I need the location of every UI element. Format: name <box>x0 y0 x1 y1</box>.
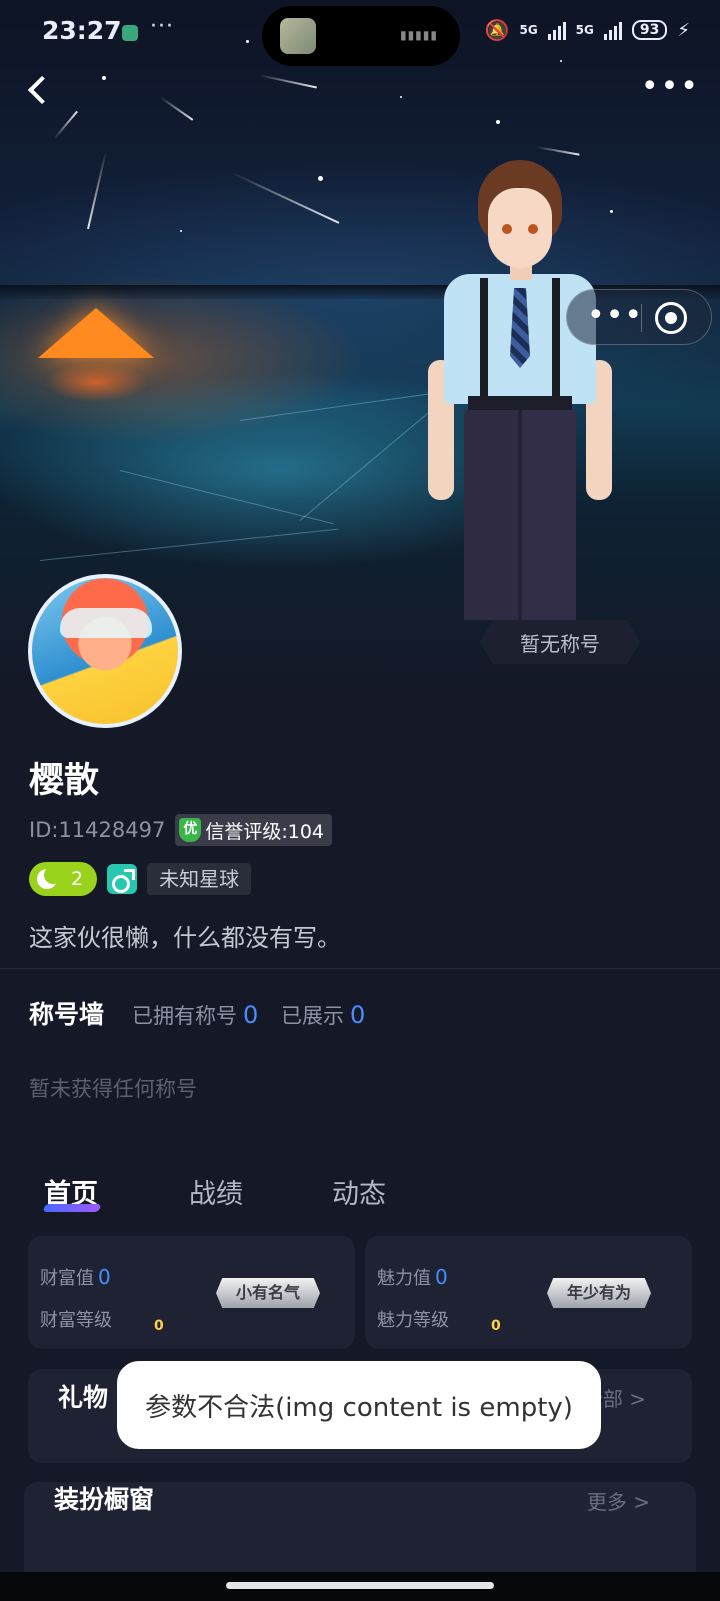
error-toast: 参数不合法(img content is empty) <box>117 1361 601 1449</box>
charm-level-medal: 年少有为 <box>547 1278 651 1308</box>
meteor <box>87 150 107 230</box>
more-options-button[interactable]: ••• <box>641 72 700 102</box>
title-wall-heading: 称号墙 <box>29 1000 105 1029</box>
dynamic-island: ▮▮▮▮▮ <box>262 6 460 66</box>
star <box>496 120 500 124</box>
titles-shown-label: 已展示 <box>281 1004 344 1028</box>
signal-icon <box>603 20 622 40</box>
charm-value-row: 魅力值 0 <box>377 1264 448 1290</box>
moon-icon <box>37 866 62 889</box>
character-face <box>488 188 552 268</box>
network-label: 5G <box>519 23 538 37</box>
home-indicator[interactable] <box>226 1582 494 1589</box>
wealth-value-label: 财富值 <box>40 1268 94 1289</box>
mute-icon: 🔕 <box>484 18 510 42</box>
media-thumbnail <box>280 18 316 54</box>
credit-rating-badge[interactable]: 优 信誉评级:104 <box>175 814 332 846</box>
star <box>610 210 613 213</box>
status-bar: 23:27 ··· ▮▮▮▮▮ 🔕 5G 5G 93 ⚡ <box>0 0 720 66</box>
avatar-visor <box>60 608 152 638</box>
character-eye <box>528 224 538 234</box>
wealth-coin: 0 <box>154 1318 164 1334</box>
ice-crack <box>39 528 339 561</box>
titles-owned-count: 0 <box>243 1001 259 1029</box>
meteor <box>257 74 317 89</box>
shield-icon: 优 <box>179 818 202 842</box>
capsule-divider <box>641 304 642 332</box>
user-bio: 这家伙很懒，什么都没有写。 <box>29 924 341 952</box>
titles-owned: 已拥有称号 0 <box>132 1000 258 1030</box>
charm-value-label: 魅力值 <box>377 1268 431 1289</box>
credit-rating-text: 信誉评级:104 <box>205 820 324 843</box>
character-legs <box>464 410 576 620</box>
level-number: 2 <box>71 868 84 890</box>
app-notification-icon <box>122 25 138 41</box>
network-label: 5G <box>575 23 594 37</box>
back-button[interactable] <box>22 72 58 108</box>
level-badge[interactable]: 2 <box>29 862 98 896</box>
charm-card[interactable]: 魅力值 0 魅力等级 0 年少有为 <box>365 1236 692 1349</box>
dress-showcase-title: 装扮橱窗 <box>54 1485 155 1514</box>
titles-shown-count: 0 <box>350 1001 366 1029</box>
divider <box>0 968 720 969</box>
status-time: 23:27 <box>42 16 122 45</box>
star <box>400 96 402 98</box>
male-icon <box>107 864 138 894</box>
signal-icon <box>547 20 566 40</box>
star <box>102 76 106 80</box>
meteor <box>231 172 340 224</box>
capsule-close-button[interactable] <box>655 302 687 334</box>
tent-reflection <box>44 362 148 402</box>
capsule-more-button[interactable]: ••• <box>587 298 643 334</box>
character-suspender <box>480 278 488 403</box>
active-tab-indicator <box>42 1204 102 1212</box>
star <box>180 230 182 232</box>
miniprogram-capsule: ••• <box>566 289 712 345</box>
tag-row: 2 未知星球 <box>29 862 252 896</box>
character-belt <box>468 396 572 410</box>
ice-crack <box>119 470 334 525</box>
charm-coin: 0 <box>491 1318 501 1334</box>
titles-owned-label: 已拥有称号 <box>132 1004 237 1028</box>
charm-level-label: 魅力等级 <box>377 1310 449 1331</box>
meteor <box>535 146 580 156</box>
tent <box>38 308 154 358</box>
gifts-title: 礼物 <box>58 1383 109 1412</box>
wealth-value: 0 <box>98 1265 111 1289</box>
wealth-level-medal: 小有名气 <box>216 1278 320 1308</box>
wealth-level-label: 财富等级 <box>40 1310 112 1331</box>
audio-bars-icon: ▮▮▮▮▮ <box>399 28 438 42</box>
dress-showcase-more-link[interactable]: 更多 > <box>587 1486 650 1515</box>
meteor <box>159 96 194 121</box>
wealth-card[interactable]: 财富值 0 财富等级 0 小有名气 <box>28 1236 355 1349</box>
meteor <box>53 110 78 140</box>
user-id: ID:11428497 <box>29 818 166 842</box>
location-tag: 未知星球 <box>147 863 252 895</box>
virtual-character[interactable] <box>428 160 612 620</box>
star <box>318 176 323 181</box>
battery-level: 93 <box>631 20 668 40</box>
charging-icon: ⚡ <box>677 19 690 41</box>
charm-value: 0 <box>435 1265 448 1289</box>
wealth-value-row: 财富值 0 <box>40 1264 111 1290</box>
character-suspender <box>552 278 560 403</box>
status-indicators: 🔕 5G 5G 93 ⚡ <box>485 18 690 42</box>
id-row: ID:11428497 优 信誉评级:104 <box>29 814 332 846</box>
current-title-badge[interactable]: 暂无称号 <box>480 620 640 664</box>
titles-shown: 已展示 0 <box>281 1000 365 1030</box>
character-eye <box>502 224 512 234</box>
title-wall-empty-text: 暂未获得任何称号 <box>29 1077 197 1101</box>
tab-record[interactable]: 战绩 <box>189 1172 243 1211</box>
user-name: 樱散 <box>29 761 100 801</box>
tab-moments[interactable]: 动态 <box>332 1172 386 1211</box>
avatar[interactable] <box>28 574 182 728</box>
status-more-icon: ··· <box>150 14 174 39</box>
